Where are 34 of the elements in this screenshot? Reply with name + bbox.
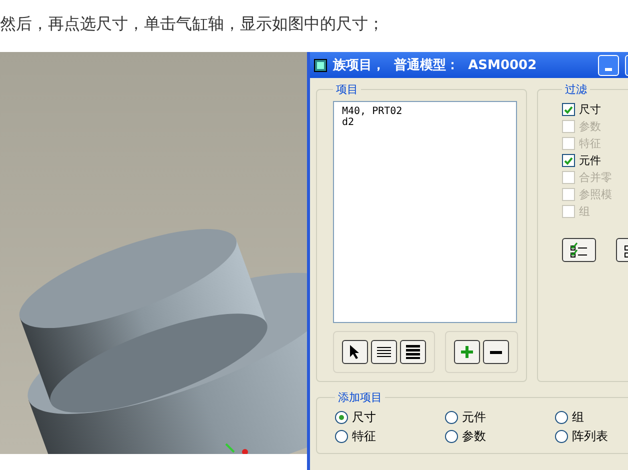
lines-icon — [377, 346, 391, 358]
checkmark-icon — [564, 106, 573, 114]
checkmark-icon — [564, 156, 573, 164]
list-item[interactable]: d2 — [342, 117, 508, 128]
add-button[interactable] — [454, 340, 480, 364]
minimize-icon — [605, 68, 612, 70]
list-button[interactable] — [371, 340, 397, 364]
pointer-icon — [350, 345, 360, 359]
item-type-radio[interactable]: 阵列表 — [555, 428, 628, 445]
window-title: 族项目， 普通模型： ASM0002 — [333, 56, 538, 74]
bars-icon — [406, 345, 420, 359]
select-button[interactable] — [342, 340, 368, 364]
group-label: 过滤 — [564, 82, 588, 97]
axis-drawing — [225, 443, 248, 454]
window-icon — [314, 58, 327, 72]
minimize-button[interactable] — [598, 54, 619, 76]
group-label: 项目 — [335, 82, 359, 97]
item-type-radio[interactable]: 特征 — [335, 428, 445, 445]
minus-icon — [490, 350, 502, 354]
item-type-radio[interactable]: 参数 — [445, 428, 555, 445]
item-type-radio[interactable]: 尺寸 — [335, 409, 445, 426]
remove-button[interactable] — [483, 340, 509, 364]
caption-text: 然后，再点选尺寸，单击气缸轴，显示如图中的尺寸； — [0, 13, 385, 35]
checklist-icon — [570, 242, 588, 258]
filter-checkbox[interactable]: 元件 — [562, 152, 628, 169]
list-item[interactable]: M40, PRT02 — [342, 106, 508, 117]
item-type-radio[interactable]: 元件 — [445, 409, 555, 426]
group-label: 添加项目 — [337, 390, 383, 405]
table-button[interactable] — [400, 340, 426, 364]
plus-icon — [461, 346, 473, 358]
filter-checkbox[interactable]: 尺寸 — [562, 101, 628, 118]
select-all-button[interactable] — [562, 238, 596, 262]
radio-dot-icon — [339, 415, 344, 420]
item-type-radio[interactable]: 组 — [555, 409, 628, 426]
